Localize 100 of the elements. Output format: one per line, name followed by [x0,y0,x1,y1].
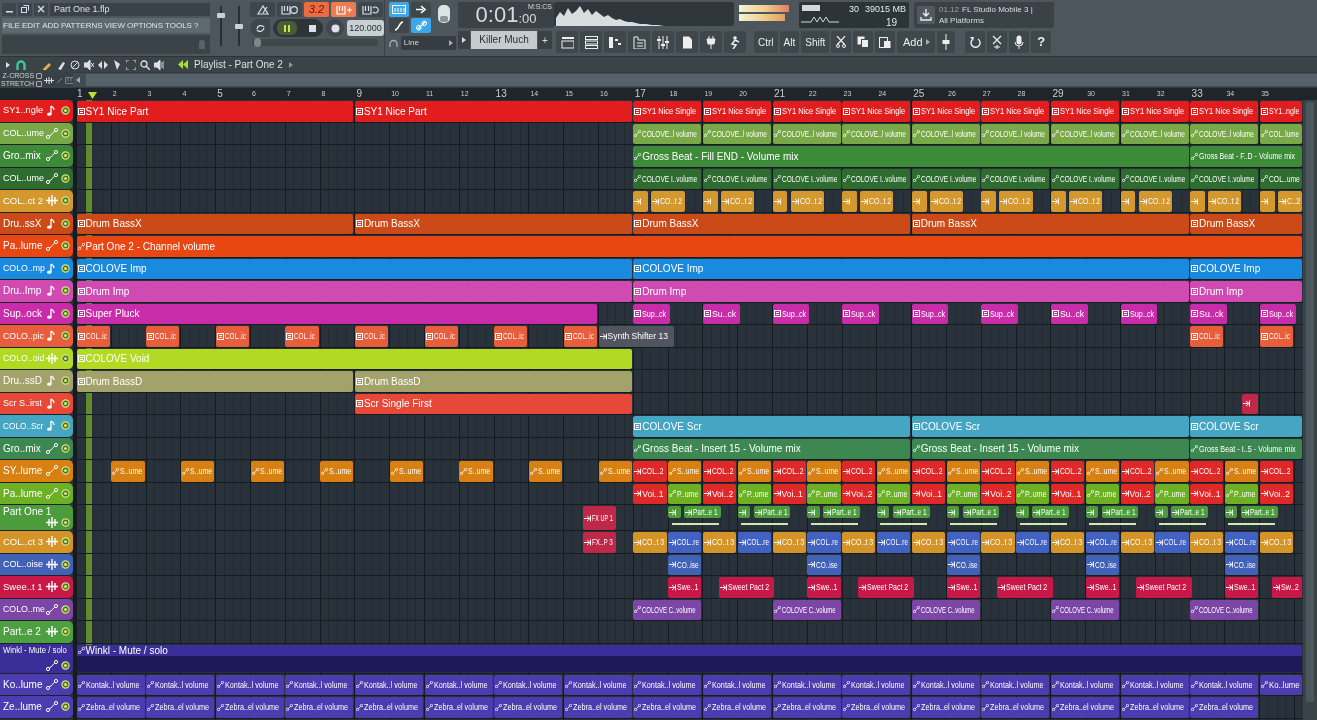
playlist-clip[interactable]: P..ume [737,483,771,504]
playlist-clip[interactable]: Part..e 1 [753,506,791,518]
track-header[interactable]: COL..ct 2 [0,190,73,213]
playlist-clip[interactable]: S..ume [111,461,145,482]
playlist-clip[interactable]: Kontak..l volume [981,674,1050,695]
playlist-clip[interactable]: P..ume [876,483,911,504]
playlist-clip[interactable]: Kontak..l volume [424,674,493,695]
playlist-clip[interactable]: COL..ic [1259,326,1293,347]
playlist-clip[interactable]: Zebra..el volume [146,697,215,718]
playlist-clip[interactable]: COL..re [946,532,980,553]
playlist-clip[interactable]: COL..re [737,532,771,553]
playlist-clip[interactable]: Voi..1 [1190,483,1224,504]
playlist-clip[interactable]: SY1 Nice Single [981,101,1050,122]
playlist-clip[interactable]: Kontak..l volume [702,674,771,695]
playlist-clip[interactable]: Kontak..l volume [354,674,423,695]
playlist-clip[interactable]: COLOVE Imp [1190,258,1303,279]
playlist-clip[interactable]: Ko..lume [1259,674,1303,695]
playlist-clip[interactable]: Kontak..l volume [1050,674,1119,695]
playlist-clip[interactable]: Zebra..el volume [215,697,284,718]
playlist-clip[interactable]: P..ume [1224,483,1259,504]
track-header[interactable]: Swee..t 1 [0,576,73,599]
playlist-clip[interactable]: S..ume [946,461,980,482]
playlist-clip[interactable]: SY1 Nice Single [633,101,702,122]
playlist-clip[interactable]: COL..2 [981,461,1015,482]
playlist-clip[interactable]: COL..re [807,532,841,553]
playlist-clip[interactable]: Sup..ck [1259,303,1297,324]
playlist-clip[interactable]: COL..re [1155,532,1189,553]
playlist-clip[interactable]: S..ume [180,461,215,482]
playlist-clip[interactable]: CO..ise [807,554,841,575]
playlist-clip[interactable]: SY1 Nice Single [1050,101,1119,122]
project-title-field[interactable]: Part One 1.flp [50,2,210,16]
track-header[interactable]: Sup..ock [0,302,73,325]
playlist-clip[interactable]: Su..ck [702,303,740,324]
playlist-clip[interactable]: COLOVE..l volume [1050,123,1119,144]
menu-item[interactable]: ADD [41,18,61,33]
snap-dropdown[interactable]: Line [400,36,456,50]
playlist-clip[interactable]: P..ume [1085,483,1119,504]
playlist-clip[interactable]: COLOVE Scr [633,416,911,437]
modifier-key-button[interactable]: Shift [801,31,830,53]
playlist-clip[interactable]: COL..ume [1259,168,1303,189]
playlist-clip[interactable]: CO..t 3 [1190,532,1224,553]
playlist-clip[interactable]: Zebra..el volume [354,697,423,718]
playlist-clip[interactable]: COL..2 [702,461,737,482]
playlist-clip[interactable]: Swe..1 [1085,577,1119,598]
playlist-clip[interactable]: Zebra..el volume [633,697,702,718]
track-header[interactable]: COLO..Scr [0,415,73,438]
playlist-clip[interactable]: COLOVE I..volume [772,168,841,189]
playlist-clip[interactable]: Gross Beat - F..D - Volume mix [1190,146,1303,167]
playlist-clip[interactable]: COL..2 [842,461,876,482]
playlist-clip[interactable]: Part..e 1 [1240,506,1278,518]
playlist-clip[interactable]: COL..re [1016,532,1050,553]
playlist-clip[interactable]: SY1 Nice Single [911,101,980,122]
track-header[interactable]: COL..ct 3 [0,531,73,554]
playlist-clip[interactable]: Zebra..el volume [285,697,354,718]
playlist-clip[interactable]: S..ume [1224,461,1259,482]
menu-item[interactable]: PATTERNS [60,18,104,33]
playlist-clip[interactable]: COLOVE..l volume [1120,123,1189,144]
playlist-clip[interactable]: Kontak..l volume [285,674,354,695]
playlist-clip[interactable]: Kontak..l volume [146,674,215,695]
playlist-clip[interactable]: SY1 Nice Single [1190,101,1259,122]
playlist-clip[interactable]: Zebra..el volume [1120,697,1189,718]
playlist-clip[interactable]: Drum BassD [354,371,632,392]
playlist-clip[interactable]: COL..ic [494,326,528,347]
playlist-clip[interactable]: Kontak..l volume [1190,674,1259,695]
track-header[interactable]: Part..e 2 [0,621,73,644]
playlist-clip[interactable]: Kontak..l volume [76,674,145,695]
playlist-clip[interactable]: COL..ic [424,326,458,347]
track-header[interactable]: COL..ume [0,167,73,190]
playlist-clip[interactable]: COL..ic [1190,326,1224,347]
playlist-clip[interactable]: Part..e 1 [684,506,721,518]
playlist-clip[interactable]: Drum BassD [76,371,354,392]
playlist-clip[interactable]: Gross Beat - I..5 - Volume mix [1190,438,1303,459]
playlist-clip[interactable]: CO..t 3 [1120,532,1154,553]
playlist-clip[interactable]: COLOVE C..volume [633,599,702,620]
playlist-clip[interactable]: Drum Imp [1190,281,1303,302]
menu-item[interactable]: FILE [2,18,21,33]
track-header[interactable]: SY1..ngle [0,100,73,123]
playlist-clip[interactable]: Voi..2 [842,483,876,504]
playlist-clip[interactable]: CO..t 3 [911,532,945,553]
playlist-clip[interactable]: Voi..2 [1259,483,1293,504]
playlist-clip[interactable]: Scr Single First [354,393,632,414]
playlist-clip[interactable]: COL..ic [354,326,389,347]
playlist-clip[interactable]: Drum Imp [76,281,632,302]
playlist-clip[interactable]: Zebra..el volume [911,697,980,718]
playlist-clip[interactable]: S..ume [668,461,702,482]
playlist-clip[interactable]: Zebra..el volume [76,697,145,718]
playlist-clip[interactable]: COLOVE Scr [911,416,1189,437]
track-header[interactable]: COL..oise [0,553,73,576]
track-header[interactable]: Scr S..irst [0,392,73,415]
playlist-clip[interactable]: Kontak..l volume [633,674,702,695]
playlist-clip[interactable]: COLOVE..l volume [981,123,1050,144]
playlist-clip[interactable]: Drum Imp [633,281,1189,302]
playlist-clip[interactable]: Sup..ck [633,303,671,324]
playlist-clip[interactable]: COL..2 [633,461,667,482]
playlist-clip[interactable]: COL..re [1224,532,1259,553]
playlist-clip[interactable]: Part..e 1 [892,506,930,518]
playlist-clip[interactable]: Sup..ck [911,303,949,324]
playlist-clip[interactable]: Zebra..el volume [494,697,563,718]
playlist-clip[interactable]: Su..ck [1050,303,1088,324]
help-button[interactable]: ? [1031,31,1052,53]
